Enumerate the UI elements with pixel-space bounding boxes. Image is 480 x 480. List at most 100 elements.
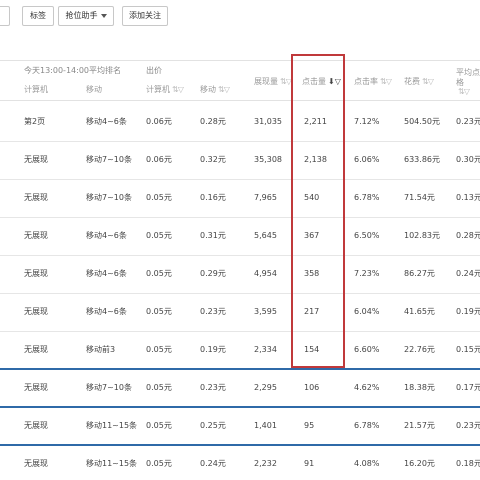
row-divider: [0, 255, 480, 256]
cell-pc-bid: 0.05元: [146, 383, 172, 392]
cell-impressions: 3,595: [254, 307, 277, 316]
table-row[interactable]: 无展现 移动前3 0.05元 0.19元 2,334 154 6.60% 22.76元 0.15…: [0, 331, 480, 369]
table-row[interactable]: 无展现 移动4~6条 0.05元 0.31元 5,645 367 6.50% 102.83元 0…: [0, 217, 480, 255]
cell-clicks: 91: [304, 459, 315, 468]
cell-mobile-rank: 移动7~10条: [86, 155, 132, 164]
cell-mobile-bid: 0.23元: [200, 307, 226, 316]
col-impressions[interactable]: 展现量 ⇅▽: [254, 72, 292, 92]
table-row[interactable]: 无展现 移动7~10条 0.05元 0.23元 2,295 106 4.62% 18.38元 0…: [0, 369, 480, 407]
cell-pc-rank: 无展现: [24, 421, 48, 430]
cell-mobile-bid: 0.19元: [200, 345, 226, 354]
sort-filter-icon[interactable]: ⇅▽: [380, 77, 392, 86]
cell-pc-bid: 0.05元: [146, 231, 172, 240]
col-pc-bid[interactable]: 计算机 ⇅▽: [146, 80, 184, 100]
sort-filter-icon[interactable]: ⇅▽: [458, 87, 470, 96]
col-cost[interactable]: 花费 ⇅▽: [404, 72, 434, 92]
col-cost-label: 花费: [404, 77, 420, 86]
table-row[interactable]: 第2页 移动4~6条 0.06元 0.28元 31,035 2,211 7.12% 504.5…: [0, 103, 480, 141]
rank-period-header: 今天13:00-14:00平均排名: [24, 66, 121, 75]
cell-pc-rank: 第2页: [24, 117, 46, 126]
cell-pc-bid: 0.05元: [146, 345, 172, 354]
row-divider-highlight: [0, 406, 480, 408]
sort-filter-icon[interactable]: ⇅▽: [218, 85, 230, 94]
row-divider: [0, 331, 480, 332]
cell-ctr: 6.78%: [354, 421, 380, 430]
cell-impressions: 1,401: [254, 421, 277, 430]
header-bottom-divider: [0, 100, 480, 101]
cell-impressions: 35,308: [254, 155, 282, 164]
cell-clicks: 95: [304, 421, 315, 430]
cell-cost: 71.54元: [404, 193, 435, 202]
row-divider: [0, 179, 480, 180]
cell-impressions: 2,232: [254, 459, 277, 468]
col-ctr-label: 点击率: [354, 77, 378, 86]
cell-avg-cpc: 0.30元: [456, 155, 480, 164]
cell-ctr: 7.23%: [354, 269, 380, 278]
row-divider-highlight: [0, 444, 480, 446]
table-row[interactable]: 无展现 移动7~10条 0.05元 0.16元 7,965 540 6.78% 71.54元 0…: [0, 179, 480, 217]
table-row[interactable]: 无展现 移动4~6条 0.05元 0.23元 3,595 217 6.04% 41.65元 0.…: [0, 293, 480, 331]
add-follow-button[interactable]: 添加关注: [122, 6, 168, 26]
col-ctr[interactable]: 点击率 ⇅▽: [354, 72, 392, 92]
row-divider: [0, 141, 480, 142]
cell-mobile-bid: 0.32元: [200, 155, 226, 164]
col-pc-rank: 计算机: [24, 85, 48, 94]
table-row[interactable]: 无展现 移动11~15条 0.05元 0.25元 1,401 95 6.78% 21.57元 0…: [0, 407, 480, 445]
cell-avg-cpc: 0.17元: [456, 383, 480, 392]
cell-pc-bid: 0.06元: [146, 155, 172, 164]
table-row[interactable]: 无展现 移动7~10条 0.06元 0.32元 35,308 2,138 6.06% 633.…: [0, 141, 480, 179]
table-row[interactable]: 无展现 移动11~15条 0.05元 0.24元 2,232 91 4.08% 16.20元 0…: [0, 445, 480, 480]
cell-cost: 41.65元: [404, 307, 435, 316]
col-impressions-label: 展现量: [254, 77, 278, 86]
cell-pc-rank: 无展现: [24, 459, 48, 468]
cell-avg-cpc: 0.28元: [456, 231, 480, 240]
bid-assistant-button[interactable]: 抢位助手: [58, 6, 114, 26]
row-divider: [0, 293, 480, 294]
bid-group-header: 出价: [146, 66, 162, 75]
col-avg-cpc-sort[interactable]: ⇅▽: [456, 82, 470, 102]
cell-mobile-bid: 0.24元: [200, 459, 226, 468]
row-divider-highlight: [0, 368, 480, 370]
col-mobile-bid[interactable]: 移动 ⇅▽: [200, 80, 230, 100]
cell-cost: 86.27元: [404, 269, 435, 278]
table-column-header: 计算机 移动 计算机 ⇅▽ 移动 ⇅▽ 展现量 ⇅▽ 点击量 ⬇▽ 点击率 ⇅▽ 花费 ⇅▽…: [0, 68, 480, 102]
sort-filter-icon[interactable]: ⇅▽: [422, 77, 434, 86]
cell-pc-rank: 无展现: [24, 307, 48, 316]
cell-mobile-bid: 0.29元: [200, 269, 226, 278]
cell-ctr: 4.62%: [354, 383, 380, 392]
cell-impressions: 7,965: [254, 193, 277, 202]
cell-mobile-bid: 0.31元: [200, 231, 226, 240]
cell-pc-rank: 无展现: [24, 155, 48, 164]
cell-avg-cpc: 0.19元: [456, 307, 480, 316]
table-row[interactable]: 无展现 移动4~6条 0.05元 0.29元 4,954 358 7.23% 86.27元 0.…: [0, 255, 480, 293]
clicks-column-highlight: [291, 54, 345, 368]
cell-ctr: 6.04%: [354, 307, 380, 316]
toolbar-button-truncated[interactable]: [0, 6, 10, 26]
cell-avg-cpc: 0.23元: [456, 421, 480, 430]
tag-button[interactable]: 标签: [22, 6, 54, 26]
cell-ctr: 6.06%: [354, 155, 380, 164]
cell-cost: 21.57元: [404, 421, 435, 430]
chevron-down-icon: [100, 13, 107, 18]
cell-mobile-rank: 移动11~15条: [86, 421, 138, 430]
bid-assistant-label: 抢位助手: [65, 11, 98, 20]
cell-mobile-rank: 移动前3: [86, 345, 116, 354]
cell-ctr: 6.60%: [354, 345, 380, 354]
cell-impressions: 5,645: [254, 231, 277, 240]
cell-cost: 633.86元: [404, 155, 440, 164]
cell-mobile-rank: 移动4~6条: [86, 307, 127, 316]
cell-pc-rank: 无展现: [24, 193, 48, 202]
cell-cost: 504.50元: [404, 117, 440, 126]
cell-mobile-bid: 0.28元: [200, 117, 226, 126]
cell-avg-cpc: 0.18元: [456, 459, 480, 468]
cell-ctr: 6.78%: [354, 193, 380, 202]
cell-mobile-rank: 移动4~6条: [86, 117, 127, 126]
cell-avg-cpc: 0.13元: [456, 193, 480, 202]
cell-pc-rank: 无展现: [24, 345, 48, 354]
col-mobile-rank: 移动: [86, 85, 102, 94]
cell-mobile-bid: 0.23元: [200, 383, 226, 392]
row-divider: [0, 217, 480, 218]
cell-pc-bid: 0.05元: [146, 269, 172, 278]
sort-filter-icon[interactable]: ⇅▽: [280, 77, 292, 86]
sort-filter-icon[interactable]: ⇅▽: [172, 85, 184, 94]
